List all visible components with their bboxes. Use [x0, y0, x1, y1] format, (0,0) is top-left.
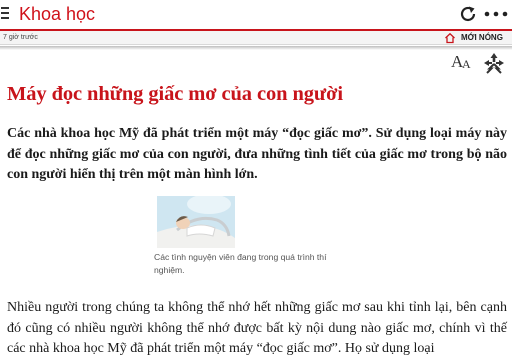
article-image[interactable] [157, 196, 235, 248]
app-bar: Khoa học [0, 0, 512, 29]
refresh-icon[interactable] [457, 3, 479, 25]
subbar-shadow [0, 46, 512, 50]
home-icon[interactable] [444, 32, 456, 44]
image-caption: Các tình nguyện viên đang trong quá trìn… [154, 252, 327, 275]
share-icon[interactable] [483, 52, 505, 74]
publish-time: 7 giờ trước [3, 34, 38, 41]
font-size-icon[interactable]: AA [451, 53, 473, 72]
latest-news-link[interactable]: MỚI NÓNG [461, 32, 503, 43]
article-body: Nhiều người trong chúng ta không thể nhớ… [7, 300, 507, 355]
article-title: Máy đọc những giấc mơ của con người [7, 83, 343, 105]
app-title: Khoa học [19, 4, 96, 24]
article-lead: Các nhà khoa học Mỹ đã phát triển một má… [7, 126, 507, 183]
sub-bar: 7 giờ trước MỚI NÓNG [0, 31, 512, 45]
hamburger-menu-icon[interactable] [1, 7, 13, 21]
more-dots-icon[interactable] [484, 4, 508, 24]
